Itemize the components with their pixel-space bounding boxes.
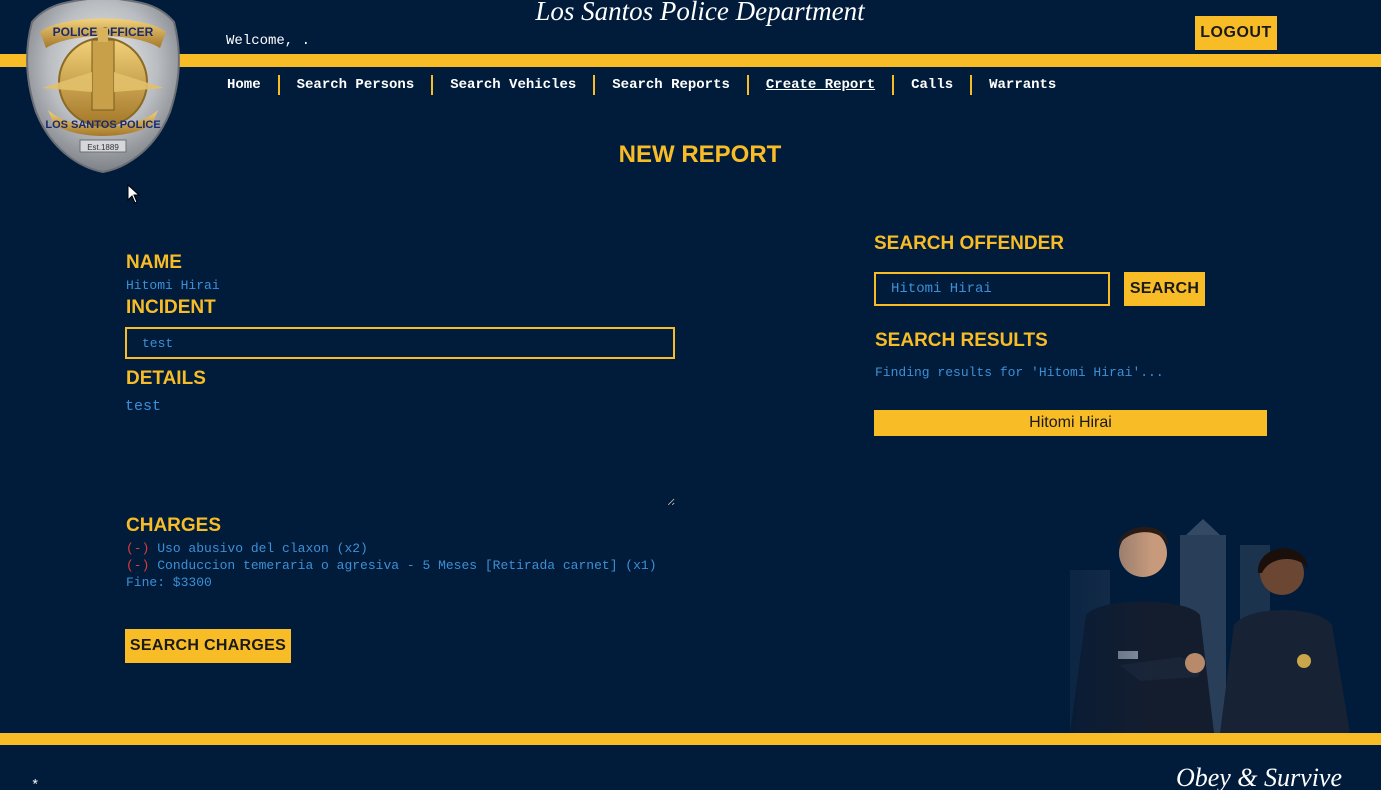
search-charges-button[interactable]: SEARCH CHARGES — [125, 629, 291, 663]
nav-home[interactable]: Home — [210, 75, 280, 95]
details-textarea[interactable]: test — [125, 396, 675, 506]
welcome-message: Welcome, . — [226, 33, 311, 49]
mouse-cursor-icon — [127, 184, 141, 204]
incident-input[interactable] — [125, 327, 675, 359]
offender-search-input[interactable] — [874, 272, 1110, 306]
footer-star: * — [31, 778, 40, 790]
offender-search-button[interactable]: SEARCH — [1124, 272, 1205, 306]
nav-create-report[interactable]: Create Report — [749, 75, 895, 95]
footer-motto: Obey & Survive — [1175, 763, 1342, 790]
remove-charge-button[interactable]: (-) — [126, 558, 149, 573]
search-results-heading: SEARCH RESULTS — [875, 330, 1048, 351]
search-offender-heading: SEARCH OFFENDER — [874, 233, 1065, 254]
charge-item: (-) Uso abusivo del claxon (x2) — [126, 541, 368, 556]
officers-illustration — [1000, 515, 1381, 733]
incident-label: INCIDENT — [126, 297, 216, 318]
nav-search-persons[interactable]: Search Persons — [280, 75, 434, 95]
nav-search-reports[interactable]: Search Reports — [595, 75, 749, 95]
charge-text: Conduccion temeraria o agresiva - 5 Mese… — [157, 558, 657, 573]
main-nav: Home Search Persons Search Vehicles Sear… — [210, 74, 1073, 96]
nav-warrants[interactable]: Warrants — [972, 75, 1073, 95]
svg-text:LOS SANTOS POLICE: LOS SANTOS POLICE — [45, 119, 160, 131]
search-result-item[interactable]: Hitomi Hirai — [874, 410, 1267, 436]
charge-item: (-) Conduccion temeraria o agresiva - 5 … — [126, 558, 657, 573]
police-badge-logo: POLICE OFFICER LOS SANTOS POLICE Est.188… — [26, 0, 180, 174]
charge-text: Uso abusivo del claxon (x2) — [157, 541, 368, 556]
name-label: NAME — [126, 252, 182, 273]
nav-calls[interactable]: Calls — [894, 75, 973, 95]
svg-text:Est.1889: Est.1889 — [87, 143, 119, 152]
nav-search-vehicles[interactable]: Search Vehicles — [433, 75, 596, 95]
site-title: Los Santos Police Department — [535, 0, 865, 26]
header-stripe — [0, 54, 1381, 67]
page-title: NEW REPORT — [618, 141, 782, 168]
charges-label: CHARGES — [126, 515, 222, 536]
finding-status: Finding results for 'Hitomi Hirai'... — [875, 365, 1164, 380]
details-label: DETAILS — [126, 368, 206, 389]
logout-button[interactable]: LOGOUT — [1195, 16, 1277, 50]
name-value: Hitomi Hirai — [126, 278, 220, 293]
fine-total: Fine: $3300 — [126, 575, 212, 590]
footer-stripe — [0, 733, 1381, 745]
remove-charge-button[interactable]: (-) — [126, 541, 149, 556]
